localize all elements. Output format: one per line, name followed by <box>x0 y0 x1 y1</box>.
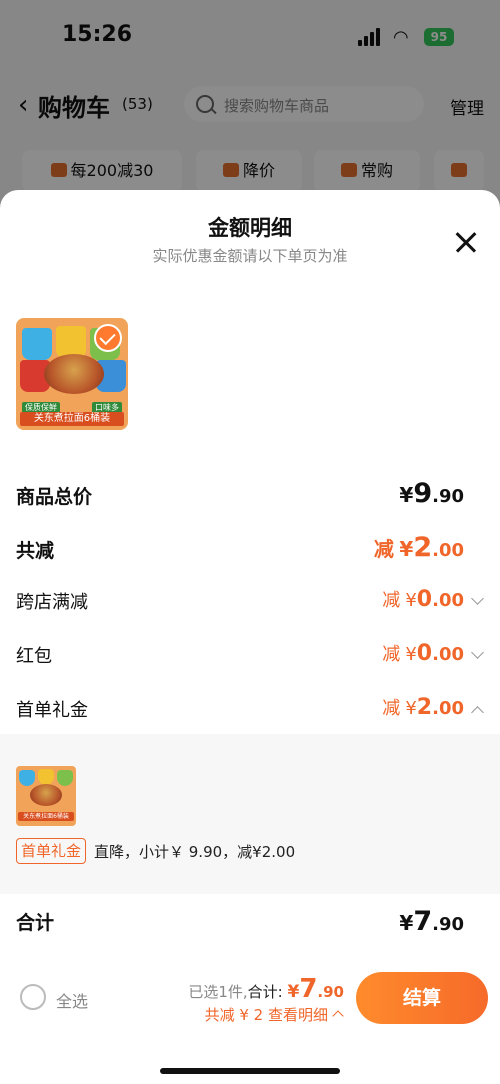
row-value: 减 ¥2.00 <box>374 532 464 563</box>
product-mini-image: 关东煮拉面6桶装 <box>16 766 76 826</box>
chevron-down-icon[interactable] <box>471 592 484 605</box>
row-value: ¥9.90 <box>399 478 464 509</box>
prefix: 减 <box>382 644 401 665</box>
row-label: 首单礼金 <box>16 700 88 721</box>
row-value: ¥7.90 <box>399 906 464 937</box>
amount-dec: .00 <box>432 540 464 561</box>
amount-dec: .90 <box>432 486 464 507</box>
currency: ¥ <box>287 982 300 1002</box>
product-label: 关东煮拉面6桶装 <box>18 812 74 821</box>
prefix: 减 <box>373 537 394 561</box>
currency: ¥ <box>399 537 414 561</box>
chevron-up-icon[interactable] <box>471 706 484 719</box>
row-label: 跨店满减 <box>16 592 88 613</box>
row-value: 减 ¥0.00 <box>382 586 464 612</box>
price-detail-sheet: 金额明细 实际优惠金额请以下单页为准 保质保鲜 口味多 关东煮拉面6桶装 商品总… <box>0 190 500 1084</box>
cup-decor <box>38 769 54 785</box>
currency: ¥ <box>405 698 417 719</box>
amount-dec: .00 <box>432 644 464 665</box>
check-icon <box>94 324 122 352</box>
checkout-footer: 全选 已选1件,合计: ¥7.90 共减 ¥ 2 查看明细 结算 <box>0 960 500 1084</box>
first-order-detail-panel: 关东煮拉面6桶装 首单礼金 直降，小计￥ 9.90，减¥2.00 <box>0 734 500 894</box>
select-all-radio[interactable] <box>20 984 46 1010</box>
row-value: 减 ¥0.00 <box>382 640 464 666</box>
amount-int: 0 <box>416 587 433 612</box>
noodle-bowl <box>44 354 104 394</box>
amount-int: 2 <box>413 532 433 563</box>
row-total-discount: 共减 减 ¥2.00 <box>0 532 500 572</box>
row-label: 红包 <box>16 646 52 667</box>
amount-int: 7 <box>299 974 318 1004</box>
row-label: 合计 <box>16 912 55 934</box>
amount-int: 0 <box>416 641 433 666</box>
amount-dec: .00 <box>432 590 464 611</box>
currency: ¥ <box>405 644 417 665</box>
currency: ¥ <box>405 590 417 611</box>
amount-dec: .90 <box>317 983 344 1001</box>
prefix: 减 <box>382 590 401 611</box>
home-indicator <box>160 1068 340 1074</box>
view-detail-link[interactable]: 共减 ¥ 2 查看明细 <box>204 1004 344 1025</box>
row-red-packet[interactable]: 红包 减 ¥0.00 <box>0 640 500 676</box>
product-label: 关东煮拉面6桶装 <box>20 412 124 426</box>
row-label: 商品总价 <box>16 486 93 508</box>
row-summary-total: 合计 ¥7.90 <box>0 902 500 948</box>
select-all-label[interactable]: 全选 <box>56 988 88 1012</box>
chevron-up-icon <box>332 1010 344 1022</box>
row-cross-store[interactable]: 跨店满减 减 ¥0.00 <box>0 586 500 622</box>
close-icon[interactable] <box>452 226 484 258</box>
prefix: 减 <box>382 698 401 719</box>
currency: ¥ <box>399 483 414 507</box>
gift-description: 直降，小计￥ 9.90，减¥2.00 <box>94 843 296 861</box>
checkout-button[interactable]: 结算 <box>356 972 488 1024</box>
sheet-title: 金额明细 <box>208 216 292 240</box>
amount-int: 7 <box>413 906 433 937</box>
row-first-order-gift[interactable]: 首单礼金 减 ¥2.00 <box>0 694 500 730</box>
amount-dec: .00 <box>432 698 464 719</box>
sheet-subtitle: 实际优惠金额请以下单页为准 <box>152 247 348 265</box>
row-value: 减 ¥2.00 <box>382 694 464 720</box>
chevron-down-icon[interactable] <box>471 646 484 659</box>
amount-int: 9 <box>413 478 433 509</box>
gift-tag: 首单礼金 <box>16 838 87 864</box>
selected-count: 已选1件, <box>188 983 248 1001</box>
currency: ¥ <box>399 911 414 935</box>
amount-int: 2 <box>416 695 433 720</box>
total-label: 合计: <box>247 983 283 1001</box>
amount-dec: .90 <box>432 914 464 935</box>
cup-decor <box>57 770 73 786</box>
selected-info: 已选1件,合计: ¥7.90 <box>188 974 344 1004</box>
discount-text: 共减 ¥ 2 查看明细 <box>204 1006 328 1024</box>
row-label: 共减 <box>16 540 55 562</box>
cup-decor <box>22 328 52 360</box>
product-image[interactable]: 保质保鲜 口味多 关东煮拉面6桶装 <box>16 318 128 430</box>
footer-total: ¥7.90 <box>287 974 344 1004</box>
row-goods-total: 商品总价 ¥9.90 <box>0 478 500 518</box>
cup-decor <box>19 770 35 786</box>
noodle-bowl <box>30 784 62 806</box>
